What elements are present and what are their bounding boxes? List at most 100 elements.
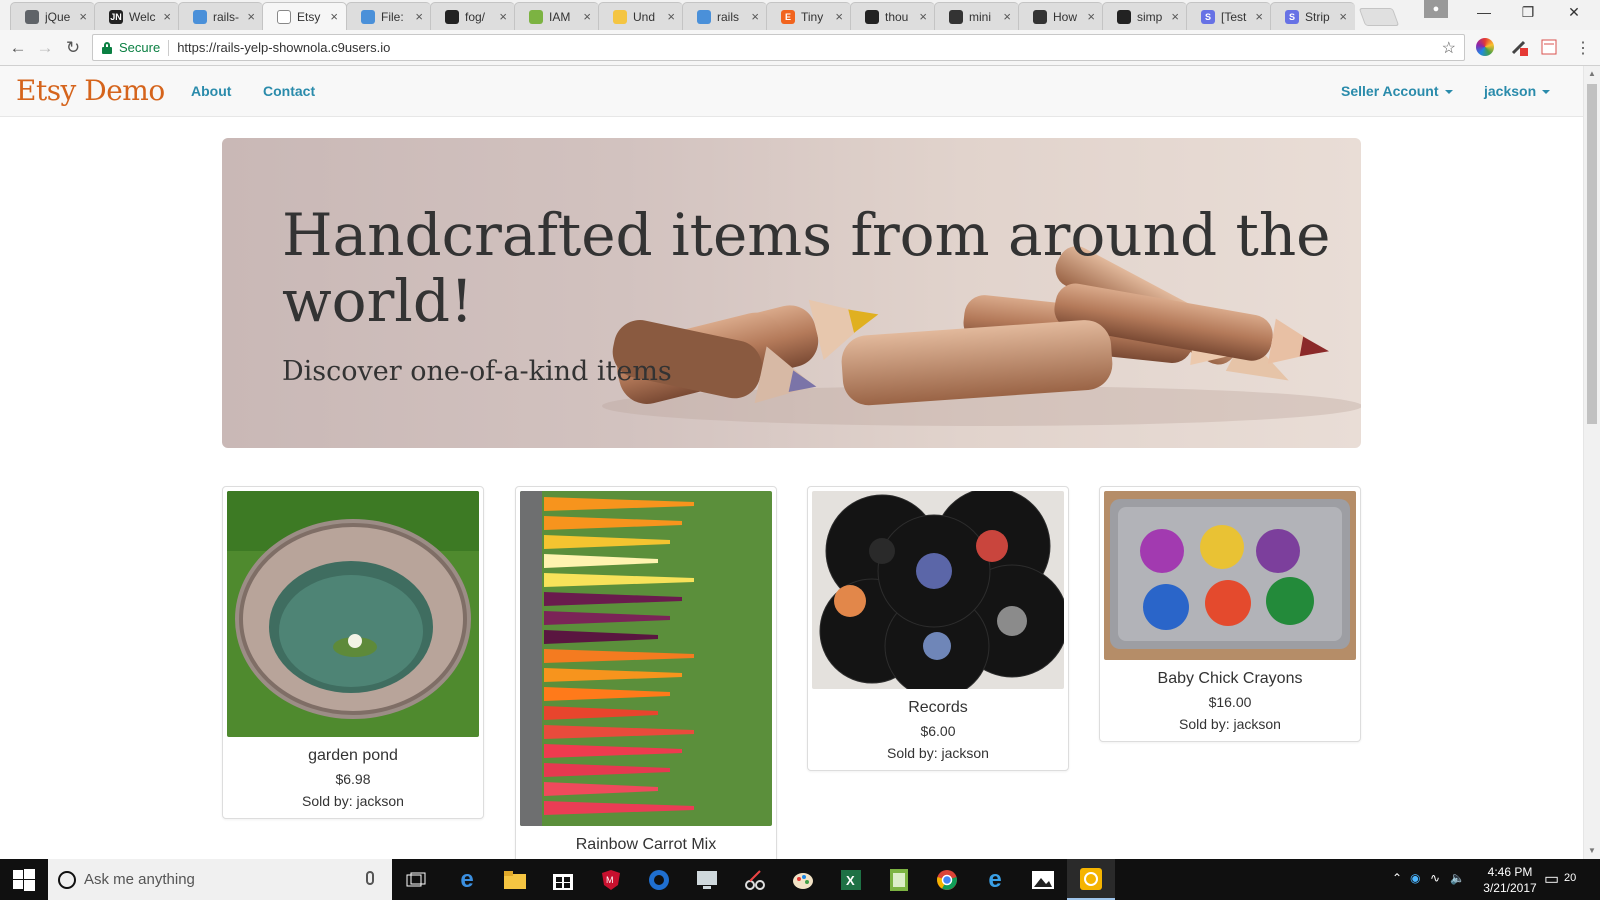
menu-icon[interactable]: ⋮ <box>1574 38 1592 57</box>
scroll-down-icon[interactable]: ▼ <box>1588 846 1596 855</box>
windows-taskbar: Ask me anything e M X e ⌃ ◉ ∿ 🔈 4:46 PM … <box>0 859 1600 900</box>
tab-list: jQue × JN Welc × rails- × Etsy × File: × fog/× IAM × U… <box>10 2 1400 30</box>
clock-time[interactable]: 4:46 PM <box>1470 865 1550 879</box>
photos-taskbar-icon[interactable] <box>1019 859 1067 900</box>
browser-tab[interactable]: rails × <box>682 2 767 30</box>
sync-icon[interactable]: ◉ <box>1410 871 1420 885</box>
ccleaner-taskbar-icon[interactable] <box>635 859 683 900</box>
browser-tab[interactable]: IAM × <box>514 2 599 30</box>
close-window-icon[interactable]: ✕ <box>1554 4 1594 24</box>
browser-tab[interactable]: S Strip × <box>1270 2 1355 30</box>
pin-icon <box>529 9 543 24</box>
omnibox-divider <box>168 39 170 56</box>
rainbow-carrot-image[interactable] <box>520 491 772 826</box>
tab-close-icon[interactable]: × <box>583 9 591 24</box>
security-taskbar-icon[interactable]: M <box>587 859 635 900</box>
nav-about-link[interactable]: About <box>191 83 231 99</box>
show-hidden-icons-icon[interactable]: ⌃ <box>1392 871 1402 885</box>
tab-close-icon[interactable]: × <box>415 9 423 24</box>
browser-tab[interactable]: rails- × <box>178 2 263 30</box>
browser-tab[interactable]: S [Test × <box>1186 2 1271 30</box>
reload-button[interactable]: ↻ <box>61 36 85 60</box>
baby-chick-crayons-image[interactable] <box>1104 491 1356 660</box>
tab-close-icon[interactable]: × <box>751 9 759 24</box>
tab-close-icon[interactable]: × <box>79 9 87 24</box>
browser-tab[interactable]: File: × <box>346 2 431 30</box>
browser-tab[interactable]: Etsy × <box>262 2 347 30</box>
scroll-thumb[interactable] <box>1587 84 1597 424</box>
store-taskbar-icon[interactable] <box>539 859 587 900</box>
browser-tab[interactable]: thou × <box>850 2 935 30</box>
action-center-icon[interactable]: ▭ <box>1544 869 1559 889</box>
product-name[interactable]: Rainbow Carrot Mix <box>520 836 772 854</box>
tab-close-icon[interactable]: × <box>163 9 171 24</box>
scroll-up-icon[interactable]: ▲ <box>1588 69 1596 78</box>
excel-taskbar-icon[interactable]: X <box>827 859 875 900</box>
restore-icon[interactable]: ❐ <box>1508 4 1548 24</box>
tab-close-icon[interactable]: × <box>1087 9 1095 24</box>
snipping-tool-taskbar-icon[interactable] <box>731 859 779 900</box>
tab-label: Tiny <box>801 9 824 24</box>
brand-logo-link[interactable]: Etsy Demo <box>16 74 165 107</box>
tab-close-icon[interactable]: × <box>247 9 255 24</box>
forward-button[interactable]: → <box>33 36 57 60</box>
page-scrollbar[interactable]: ▲ ▼ <box>1583 66 1600 859</box>
seller-account-dropdown[interactable]: Seller Account <box>1341 83 1453 99</box>
page-viewport: Etsy Demo About Contact Seller Account j… <box>0 66 1583 859</box>
user-dropdown[interactable]: jackson <box>1484 83 1551 99</box>
tab-close-icon[interactable]: × <box>330 9 338 24</box>
tab-close-icon[interactable]: × <box>919 9 927 24</box>
microphone-icon[interactable] <box>366 871 374 885</box>
product-name[interactable]: Records <box>812 699 1064 717</box>
url-text[interactable]: https://rails-yelp-shownola.c9users.io <box>177 40 390 55</box>
color-picker-extension-icon[interactable] <box>1476 38 1494 56</box>
clock-date[interactable]: 3/21/2017 <box>1470 881 1550 895</box>
wifi-icon[interactable]: ∿ <box>1430 871 1440 885</box>
minimize-icon[interactable]: — <box>1464 4 1504 24</box>
edge-taskbar-icon[interactable]: e <box>443 859 491 900</box>
browser-tab[interactable]: fog/ × <box>430 2 515 30</box>
product-name[interactable]: garden pond <box>227 747 479 765</box>
tab-close-icon[interactable]: × <box>1255 9 1263 24</box>
back-button[interactable]: ← <box>6 36 30 60</box>
internet-explorer-taskbar-icon[interactable]: e <box>971 859 1019 900</box>
garden-pond-image[interactable] <box>227 491 479 737</box>
product-card[interactable]: Rainbow Carrot Mix <box>515 486 777 859</box>
product-card[interactable]: garden pond $6.98 Sold by: jackson <box>222 486 484 819</box>
tab-label: Und <box>633 9 656 24</box>
browser-tab[interactable]: JN Welc × <box>94 2 179 30</box>
browser-tab[interactable]: jQue × <box>10 2 95 30</box>
tab-close-icon[interactable]: × <box>1003 9 1011 24</box>
tab-close-icon[interactable]: × <box>1171 9 1179 24</box>
profile-icon[interactable]: ● <box>1424 0 1448 18</box>
start-button[interactable] <box>0 859 48 900</box>
eyedropper-extension-icon[interactable] <box>1510 38 1528 56</box>
product-name[interactable]: Baby Chick Crayons <box>1104 670 1356 688</box>
tab-close-icon[interactable]: × <box>1339 9 1347 24</box>
new-tab-button[interactable] <box>1358 8 1400 26</box>
remote-desktop-taskbar-icon[interactable] <box>683 859 731 900</box>
volume-icon[interactable]: 🔈 <box>1450 871 1465 885</box>
nav-contact-link[interactable]: Contact <box>263 83 315 99</box>
browser-tab[interactable]: simp × <box>1102 2 1187 30</box>
paint-taskbar-icon[interactable] <box>779 859 827 900</box>
spreadsheet-taskbar-icon[interactable] <box>875 859 923 900</box>
browser-tab[interactable]: How × <box>1018 2 1103 30</box>
browser-tab[interactable]: E Tiny × <box>766 2 851 30</box>
browser-tab[interactable]: mini × <box>934 2 1019 30</box>
task-view-icon[interactable] <box>392 859 440 900</box>
file-explorer-taskbar-icon[interactable] <box>491 859 539 900</box>
tab-close-icon[interactable]: × <box>667 9 675 24</box>
product-card[interactable]: Records $6.00 Sold by: jackson <box>807 486 1069 771</box>
address-bar[interactable]: Secure https://rails-yelp-shownola.c9use… <box>92 34 1465 61</box>
bookmark-star-icon[interactable]: ☆ <box>1442 38 1456 58</box>
tab-close-icon[interactable]: × <box>835 9 843 24</box>
active-app-taskbar-icon[interactable] <box>1067 859 1115 900</box>
records-image[interactable] <box>812 491 1064 689</box>
cortana-search-box[interactable]: Ask me anything <box>48 859 392 900</box>
notes-extension-icon[interactable] <box>1540 38 1558 56</box>
chrome-taskbar-icon[interactable] <box>923 859 971 900</box>
product-card[interactable]: Baby Chick Crayons $16.00 Sold by: jacks… <box>1099 486 1361 742</box>
tab-close-icon[interactable]: × <box>499 9 507 24</box>
browser-tab[interactable]: Und × <box>598 2 683 30</box>
